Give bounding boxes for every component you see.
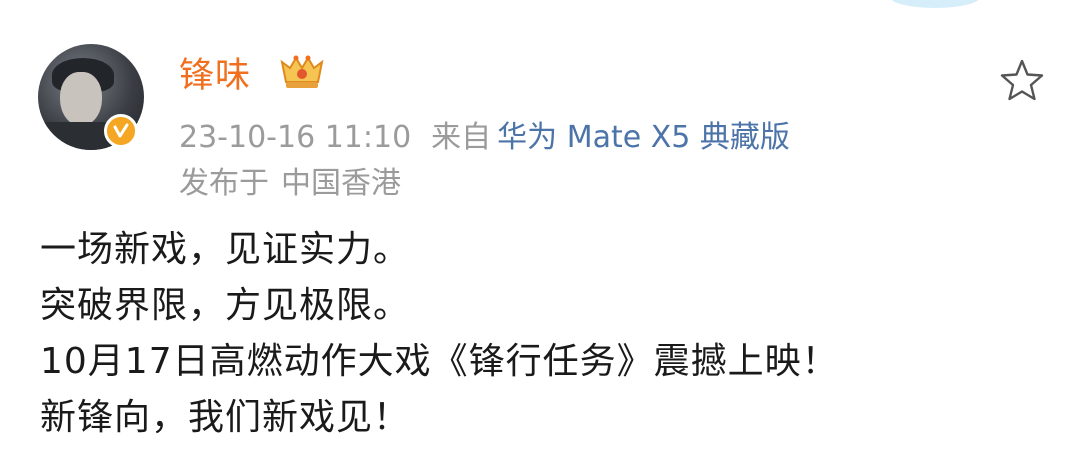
post-meta: 23-10-16 11:10 来自 华为 Mate X5 典藏版 xyxy=(179,112,790,156)
weibo-post: 锋味 23-10-16 11:10 来自 华为 Mate X5 典藏版 发布于 中国香… xyxy=(0,0,1080,451)
content-line: 新锋向，我们新戏见！ xyxy=(40,397,411,438)
author-name[interactable]: 锋味 xyxy=(179,47,251,98)
post-timestamp: 23-10-16 11:10 xyxy=(179,120,412,155)
location-prefix: 发布于 xyxy=(179,166,269,201)
star-outline-icon[interactable] xyxy=(998,58,1046,102)
post-content: 一场新戏，见证实力。 突破界限，方见极限。 10月17日高燃动作大戏《锋行任务》… xyxy=(40,222,1050,446)
post-location: 发布于 中国香港 xyxy=(179,158,401,202)
content-line: 一场新戏，见证实力。 xyxy=(40,229,411,270)
verified-badge-icon xyxy=(104,114,138,148)
location-name: 中国香港 xyxy=(281,166,401,201)
avatar-face xyxy=(60,72,102,126)
top-decoration xyxy=(890,0,980,8)
source-device-link[interactable]: 华为 Mate X5 典藏版 xyxy=(497,120,790,155)
source-prefix: 来自 xyxy=(431,120,492,155)
crown-level-badge-icon[interactable] xyxy=(276,52,328,92)
content-line: 10月17日高燃动作大戏《锋行任务》震撼上映！ xyxy=(40,341,839,382)
content-line: 突破界限，方见极限。 xyxy=(40,285,411,326)
